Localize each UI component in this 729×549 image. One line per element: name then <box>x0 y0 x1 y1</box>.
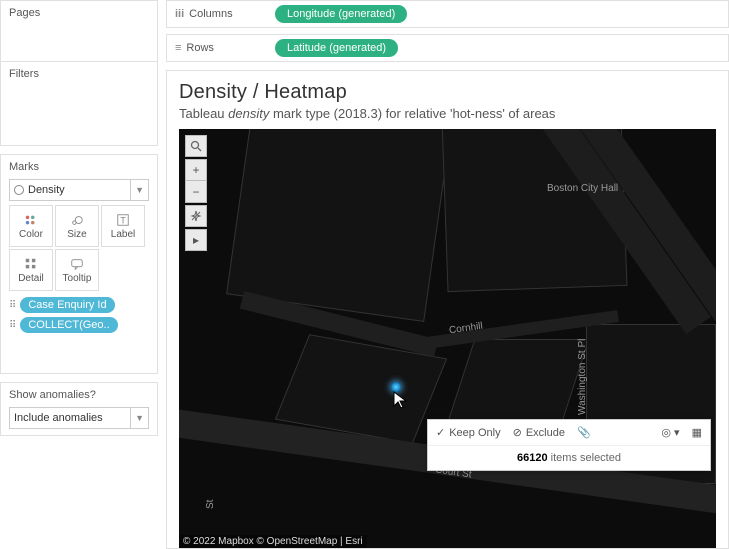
mark-type-label: Density <box>28 184 65 196</box>
label-washington: Washington St Pl <box>577 339 588 415</box>
pin-icon <box>190 210 202 222</box>
map-tools-button[interactable]: ▸ <box>185 229 207 251</box>
columns-label: Columns <box>189 8 232 20</box>
detail-dots-icon: ⠿ <box>9 320 16 331</box>
color-button[interactable]: Color <box>9 205 53 247</box>
view-data-button[interactable]: ▦ <box>692 426 702 439</box>
columns-shelf[interactable]: iii Columns Longitude (generated) <box>166 0 729 28</box>
selection-tooltip: ✓Keep Only ⊘Exclude 📎 ◎ ▾ ▦ 66120 items … <box>427 419 711 471</box>
detail-icon <box>24 257 38 271</box>
label-icon: T <box>116 213 130 227</box>
marks-title: Marks <box>9 161 149 173</box>
zoom-out-button[interactable]: − <box>185 181 207 203</box>
anomalies-dropdown[interactable]: Include anomalies ▼ <box>9 407 149 429</box>
rows-icon: ≡ <box>175 42 181 54</box>
columns-pill[interactable]: Longitude (generated) <box>275 5 407 23</box>
map-block <box>226 129 452 322</box>
rows-pill[interactable]: Latitude (generated) <box>275 39 398 57</box>
encoding-pill-row: ⠿ COLLECT(Geo.. <box>9 317 149 333</box>
anomalies-value: Include anomalies <box>14 412 103 424</box>
size-button[interactable]: Size <box>55 205 99 247</box>
svg-text:T: T <box>120 215 126 225</box>
chevron-down-icon: ▼ <box>130 180 144 200</box>
pages-panel: Pages <box>0 0 158 62</box>
tooltip-button[interactable]: Tooltip <box>55 249 99 291</box>
map-controls: + − ▸ <box>185 135 207 253</box>
cursor-icon <box>393 391 409 411</box>
rows-shelf[interactable]: ≡ Rows Latitude (generated) <box>166 34 729 62</box>
rows-label: Rows <box>186 42 214 54</box>
anomalies-title: Show anomalies? <box>9 389 149 401</box>
marks-panel: Marks Density ▼ Color Size T Label Detai… <box>0 154 158 374</box>
check-icon: ✓ <box>436 426 445 439</box>
label-button[interactable]: T Label <box>101 205 145 247</box>
size-icon <box>70 213 84 227</box>
viz-area: Density / Heatmap Tableau density mark t… <box>166 70 729 549</box>
keep-only-button[interactable]: ✓Keep Only <box>436 426 501 439</box>
pin-reset-button[interactable] <box>185 205 207 227</box>
viz-title: Density / Heatmap <box>179 81 716 104</box>
pages-title: Pages <box>9 7 149 19</box>
filters-panel: Filters <box>0 61 158 146</box>
encoding-pill-row: ⠿ Case Enquiry Id <box>9 297 149 313</box>
columns-icon: iii <box>175 8 184 20</box>
map-attribution: © 2022 Mapbox © OpenStreetMap | Esri <box>179 535 367 548</box>
anomalies-panel: Show anomalies? Include anomalies ▼ <box>0 382 158 436</box>
viz-subtitle: Tableau density mark type (2018.3) for r… <box>179 106 716 121</box>
search-icon <box>190 140 202 152</box>
selection-count: 66120 items selected <box>428 446 710 470</box>
set-dropdown[interactable]: ◎ ▾ <box>661 426 679 439</box>
label-st: St <box>205 500 216 509</box>
group-icon[interactable]: 📎 <box>577 426 591 439</box>
search-button[interactable] <box>185 135 207 157</box>
filters-title: Filters <box>9 68 149 80</box>
detail-button[interactable]: Detail <box>9 249 53 291</box>
pill-collect-geo[interactable]: COLLECT(Geo.. <box>20 317 117 333</box>
tooltip-icon <box>70 257 84 271</box>
palette-icon <box>24 213 38 227</box>
exclude-button[interactable]: ⊘Exclude <box>513 426 565 439</box>
label-cityhall: Boston City Hall <box>547 183 618 194</box>
density-icon <box>14 185 24 195</box>
detail-dots-icon: ⠿ <box>9 300 16 311</box>
mark-type-dropdown[interactable]: Density ▼ <box>9 179 149 201</box>
map-canvas[interactable]: Boston City Hall Cornhill Washington St … <box>179 129 716 548</box>
pill-case-enquiry[interactable]: Case Enquiry Id <box>20 297 114 313</box>
chevron-down-icon: ▼ <box>130 408 144 428</box>
zoom-in-button[interactable]: + <box>185 159 207 181</box>
stop-icon: ⊘ <box>513 426 522 439</box>
